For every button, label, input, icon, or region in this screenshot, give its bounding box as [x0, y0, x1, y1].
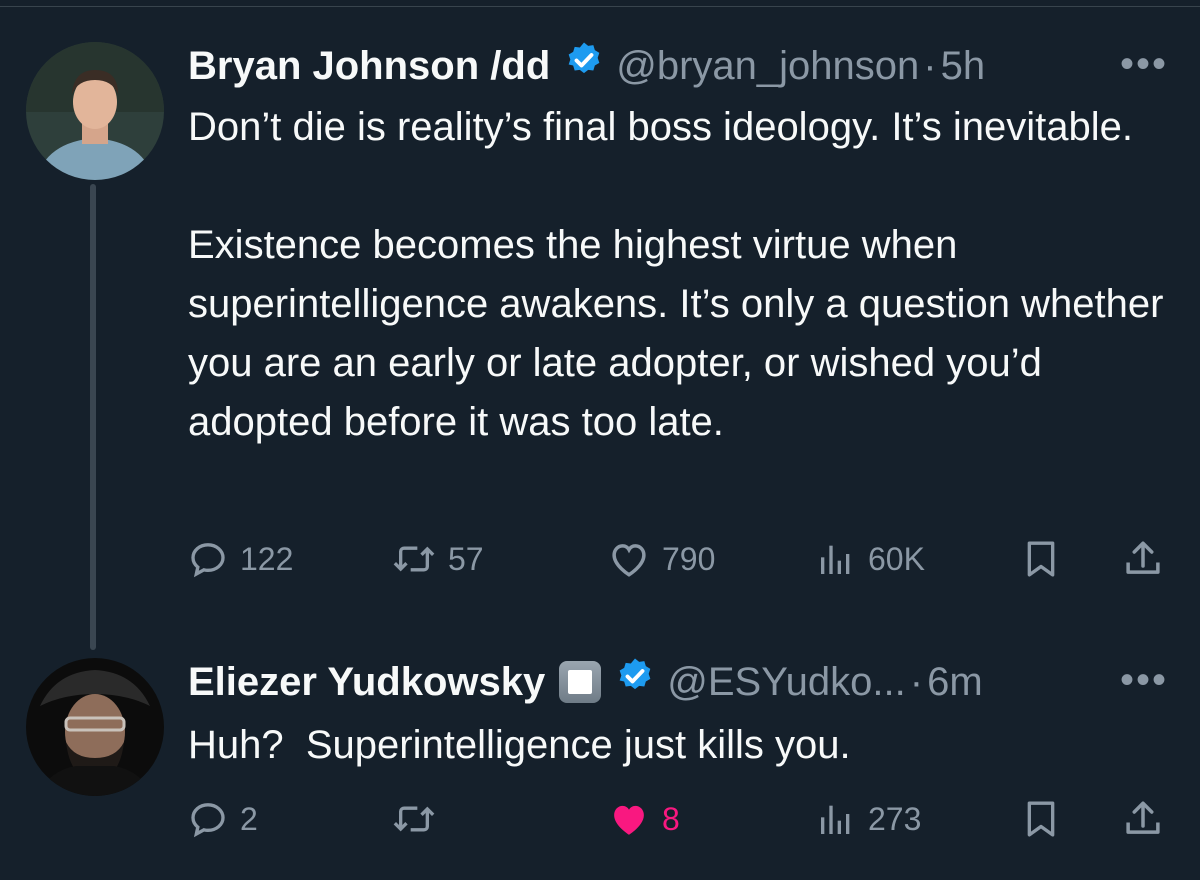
tweet[interactable]: Eliezer Yudkowsky @ESYudko... · 6m ••• H…: [0, 640, 1200, 880]
reply-count: 122: [240, 540, 294, 577]
timestamp[interactable]: 6m: [927, 658, 983, 706]
share-button[interactable]: [1122, 794, 1164, 844]
avatar[interactable]: [26, 42, 164, 180]
like-count: 8: [662, 800, 680, 837]
repost-icon: [393, 546, 435, 572]
timestamp[interactable]: 5h: [941, 42, 986, 90]
like-icon: [612, 544, 646, 577]
like-button[interactable]: 790: [608, 534, 715, 584]
views-icon: [821, 805, 850, 834]
verified-badge-icon: [564, 40, 604, 91]
tweet[interactable]: Bryan Johnson /dd @bryan_johnson · 5h ••…: [0, 0, 1200, 650]
tweet-text: Huh? Superintelligence just kills you.: [188, 716, 1178, 775]
stop-square-emoji-icon: [559, 660, 602, 703]
share-icon: [1126, 801, 1160, 834]
display-name[interactable]: Bryan Johnson /dd: [188, 42, 550, 90]
bookmark-button[interactable]: [1022, 534, 1060, 584]
tweet-paragraph: Don’t die is reality’s final boss ideolo…: [188, 105, 1133, 149]
handle[interactable]: @ESYudko...: [667, 658, 906, 706]
display-name[interactable]: Eliezer Yudkowsky: [188, 658, 545, 706]
share-icon: [1126, 541, 1160, 574]
separator-dot: ·: [909, 659, 924, 704]
view-count: 60K: [868, 540, 925, 577]
repost-button[interactable]: [392, 794, 448, 844]
bookmark-button[interactable]: [1022, 794, 1060, 844]
avatar-image: [26, 42, 164, 180]
tweet-header: Bryan Johnson /dd @bryan_johnson · 5h: [188, 40, 985, 91]
reply-button[interactable]: 2: [188, 794, 258, 844]
more-options-icon[interactable]: •••: [1120, 42, 1168, 87]
reply-icon: [191, 543, 225, 578]
avatar-image: [26, 658, 164, 796]
tweet-paragraph: Existence becomes the highest virtue whe…: [188, 223, 1164, 444]
reply-icon: [191, 803, 225, 838]
tweet-header: Eliezer Yudkowsky @ESYudko... · 6m: [188, 656, 983, 707]
like-count: 790: [662, 540, 716, 577]
share-button[interactable]: [1122, 534, 1164, 584]
reply-count: 2: [240, 800, 258, 837]
more-options-icon[interactable]: •••: [1120, 658, 1168, 703]
separator-dot: ·: [923, 43, 937, 88]
views-icon: [821, 545, 850, 574]
avatar[interactable]: [26, 658, 164, 796]
bookmark-icon: [1027, 801, 1055, 837]
repost-count: 57: [448, 540, 484, 577]
like-button[interactable]: 8: [608, 794, 680, 844]
thread-line: [90, 184, 96, 650]
repost-icon: [393, 806, 435, 832]
reply-button[interactable]: 122: [188, 534, 293, 584]
tweet-paragraph: Huh? Superintelligence just kills you.: [188, 723, 851, 767]
views-button[interactable]: 60K: [816, 534, 925, 584]
tweet-text: Don’t die is reality’s final boss ideolo…: [188, 98, 1178, 452]
view-count: 273: [868, 800, 922, 837]
action-bar: 2 8 273: [188, 794, 1178, 844]
repost-button[interactable]: 57: [392, 534, 484, 584]
action-bar: 122 57 790 60K: [188, 534, 1178, 584]
views-button[interactable]: 273: [816, 794, 921, 844]
handle[interactable]: @bryan_johnson: [616, 42, 919, 90]
bookmark-icon: [1027, 541, 1055, 577]
verified-badge-icon: [615, 656, 655, 707]
like-icon-filled: [614, 805, 644, 835]
